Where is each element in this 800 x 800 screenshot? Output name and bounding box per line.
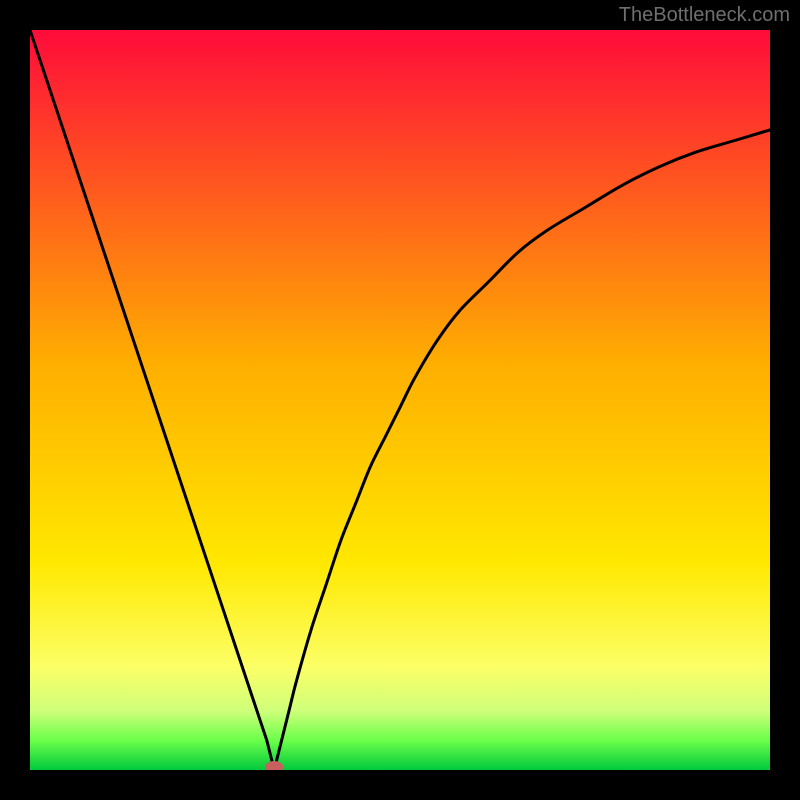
bottleneck-chart (30, 30, 770, 770)
gradient-background (30, 30, 770, 770)
plot-area (30, 30, 770, 770)
chart-frame: TheBottleneck.com (0, 0, 800, 800)
attribution-text: TheBottleneck.com (619, 4, 790, 27)
